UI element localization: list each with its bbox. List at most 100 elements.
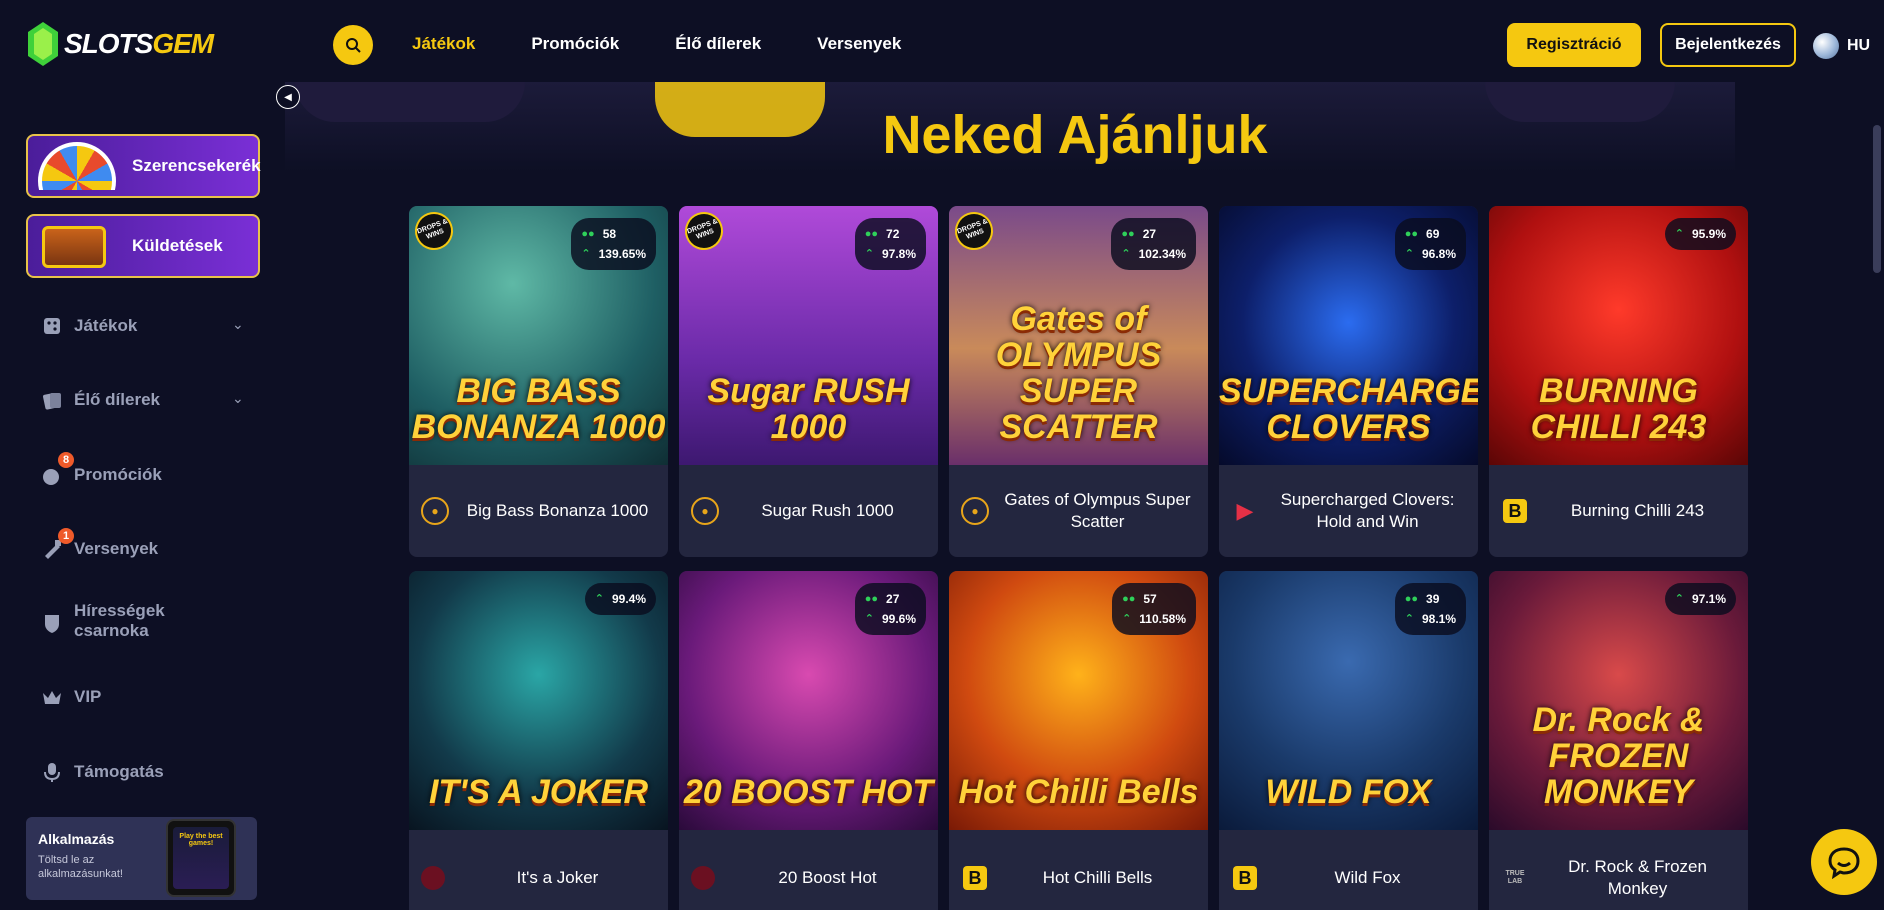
game-name[interactable]: Wild Fox	[1269, 867, 1466, 889]
nav-tournaments[interactable]: Versenyek	[817, 34, 901, 54]
rtp-stat: ⌃ 99.4%	[595, 589, 646, 609]
game-thumbnail[interactable]: ⌃ 99.4% IT'S A JOKER	[409, 571, 668, 830]
game-name[interactable]: Big Bass Bonanza 1000	[459, 500, 656, 522]
game-name[interactable]: Burning Chilli 243	[1539, 500, 1736, 522]
game-stats-badge: ●● 69 ⌃ 96.8%	[1394, 218, 1466, 270]
provider-logo-icon: B	[1233, 866, 1257, 890]
phone-image: Play the best games!	[166, 819, 236, 897]
game-card[interactable]: ●● 39 ⌃ 98.1% WILD FOX B Wild Fox	[1219, 571, 1478, 910]
sidebar-item-hall-of-fame[interactable]: Hírességek csarnoka	[40, 601, 184, 641]
section-title: Neked Ajánljuk	[882, 105, 1268, 165]
app-download-card[interactable]: Alkalmazás Töltsd le az alkalmazásunkat!…	[26, 817, 257, 900]
game-name[interactable]: Hot Chilli Bells	[999, 867, 1196, 889]
game-thumbnail[interactable]: ●● 27 ⌃ 99.6% 20 BOOST HOT	[679, 571, 938, 830]
wheel-icon	[38, 142, 116, 190]
nav-live-dealers[interactable]: Élő dílerek	[675, 34, 761, 54]
sidebar-item-label: Hírességek csarnoka	[74, 601, 165, 640]
search-button[interactable]	[333, 25, 373, 65]
sidebar-item-label: Támogatás	[74, 762, 164, 781]
sidebar-item-tournaments[interactable]: Versenyek	[40, 537, 158, 561]
drops-and-wins-badge: DROPS & WINS	[409, 206, 459, 256]
game-thumbnail[interactable]: ●● 69 ⌃ 96.8% SUPERCHARGED CLOVERS	[1219, 206, 1478, 465]
rtp-up-icon: ⌃	[581, 248, 591, 260]
sidebar-item-label: Élő dílerek	[74, 390, 160, 409]
game-card[interactable]: ⌃ 99.4% IT'S A JOKER It's a Joker	[409, 571, 668, 910]
rtp-stat: ⌃ 102.34%	[1121, 244, 1186, 264]
login-button[interactable]: Bejelentkezés	[1660, 23, 1796, 67]
nav-games[interactable]: Játékok	[412, 34, 475, 54]
game-art-title: IT'S A JOKER	[428, 773, 649, 811]
players-stat: ●● 39	[1405, 589, 1456, 609]
sidebar-item-label: VIP	[74, 687, 102, 706]
chevron-down-icon[interactable]: ⌄	[232, 316, 244, 333]
game-thumbnail[interactable]: ●● 57 ⌃ 110.58% Hot Chilli Bells	[949, 571, 1208, 830]
game-thumbnail[interactable]: ●● 39 ⌃ 98.1% WILD FOX	[1219, 571, 1478, 830]
game-name[interactable]: It's a Joker	[459, 867, 656, 889]
game-card[interactable]: ●● 69 ⌃ 96.8% SUPERCHARGED CLOVERS ▶ Superc…	[1219, 206, 1478, 557]
logo[interactable]: SLOTSGEM	[28, 22, 214, 66]
sidebar-item-live-dealers[interactable]: Élő dílerek	[40, 388, 160, 412]
rtp-up-icon: ⌃	[1404, 248, 1414, 260]
game-card[interactable]: ⌃ 95.9% BURNING CHILLI 243 B Burning Chil…	[1489, 206, 1748, 557]
game-card[interactable]: ●● 57 ⌃ 110.58% Hot Chilli Bells B Hot Chil…	[949, 571, 1208, 910]
players-icon: ●●	[581, 228, 595, 240]
chevron-down-icon[interactable]: ⌄	[232, 390, 244, 407]
dice-icon	[40, 314, 64, 338]
chat-button[interactable]	[1811, 829, 1877, 895]
game-card[interactable]: DROPS & WINS ●● 58 ⌃ 139.65% BIG BASS BONAN…	[409, 206, 668, 557]
drops-and-wins-badge: DROPS & WINS	[679, 206, 729, 256]
sidebar-item-label: Versenyek	[74, 539, 159, 558]
game-name[interactable]: Gates of Olympus Super Scatter	[999, 489, 1196, 533]
sidebar-item-support[interactable]: Támogatás	[40, 760, 164, 784]
sidebar-item-label: Promóciók	[74, 465, 162, 484]
collapse-sidebar-button[interactable]: ◀	[276, 85, 300, 109]
missions-card[interactable]: Küldetések	[26, 214, 260, 278]
register-button[interactable]: Regisztráció	[1507, 23, 1641, 67]
game-art-title: WILD FOX	[1265, 773, 1432, 811]
language-code: HU	[1847, 37, 1871, 54]
game-card[interactable]: DROPS & WINS ●● 72 ⌃ 97.8% Sugar RUSH 1000 …	[679, 206, 938, 557]
sidebar-item-promotions[interactable]: Promóciók	[40, 463, 162, 487]
players-stat: ●● 69	[1405, 224, 1456, 244]
provider-logo-icon	[421, 866, 445, 890]
rtp-up-icon: ⌃	[864, 613, 874, 625]
sidebar-item-vip[interactable]: VIP	[40, 685, 101, 709]
rtp-up-icon: ⌃	[1674, 593, 1684, 605]
scrollbar[interactable]	[1873, 125, 1881, 273]
rtp-value: 97.1%	[1691, 592, 1726, 606]
treasure-chest-icon	[42, 226, 106, 268]
language-selector[interactable]: HU	[1813, 33, 1870, 59]
game-card[interactable]: ●● 27 ⌃ 99.6% 20 BOOST HOT 20 Boost Hot	[679, 571, 938, 910]
players-count: 72	[886, 227, 900, 241]
game-name[interactable]: Sugar Rush 1000	[729, 500, 926, 522]
wheel-of-fortune-card[interactable]: Szerencsekerék	[26, 134, 261, 198]
game-thumbnail[interactable]: ⌃ 97.1% Dr. Rock & FROZEN MONKEY	[1489, 571, 1748, 830]
game-card-footer: TRUE LAB Dr. Rock & Frozen Monkey	[1489, 830, 1748, 910]
rtp-value: 96.8%	[1421, 247, 1456, 261]
crown-icon	[40, 685, 64, 709]
game-name[interactable]: Supercharged Clovers: Hold and Win	[1269, 489, 1466, 533]
game-stats-badge: ●● 57 ⌃ 110.58%	[1112, 583, 1196, 635]
gem-icon	[28, 22, 58, 66]
game-thumbnail[interactable]: DROPS & WINS ●● 27 ⌃ 102.34% Gates of OLYMP…	[949, 206, 1208, 465]
game-thumbnail[interactable]: DROPS & WINS ●● 58 ⌃ 139.65% BIG BASS BONAN…	[409, 206, 668, 465]
rtp-value: 99.4%	[611, 592, 646, 606]
sidebar-item-games[interactable]: Játékok	[40, 314, 137, 338]
rtp-value: 95.9%	[1691, 227, 1726, 241]
rtp-value: 97.8%	[881, 247, 916, 261]
rtp-value: 110.58%	[1139, 612, 1186, 626]
rtp-stat: ⌃ 95.9%	[1675, 224, 1726, 244]
game-card[interactable]: DROPS & WINS ●● 27 ⌃ 102.34% Gates of OLYMP…	[949, 206, 1208, 557]
game-thumbnail[interactable]: DROPS & WINS ●● 72 ⌃ 97.8% Sugar RUSH 1000	[679, 206, 938, 465]
game-art-title: Gates of OLYMPUS SUPER SCATTER	[995, 300, 1162, 446]
game-thumbnail[interactable]: ⌃ 95.9% BURNING CHILLI 243	[1489, 206, 1748, 465]
rtp-up-icon: ⌃	[1674, 228, 1684, 240]
game-name[interactable]: Dr. Rock & Frozen Monkey	[1539, 856, 1736, 900]
game-card-footer: It's a Joker	[409, 830, 668, 910]
game-name[interactable]: 20 Boost Hot	[729, 867, 926, 889]
nav-promotions[interactable]: Promóciók	[531, 34, 619, 54]
main-nav: Játékok Promóciók Élő dílerek Versenyek	[412, 34, 901, 54]
wheel-label: Szerencsekerék	[132, 156, 261, 175]
players-stat: ●● 57	[1122, 589, 1186, 609]
game-card[interactable]: ⌃ 97.1% Dr. Rock & FROZEN MONKEY TRUE LAB…	[1489, 571, 1748, 910]
